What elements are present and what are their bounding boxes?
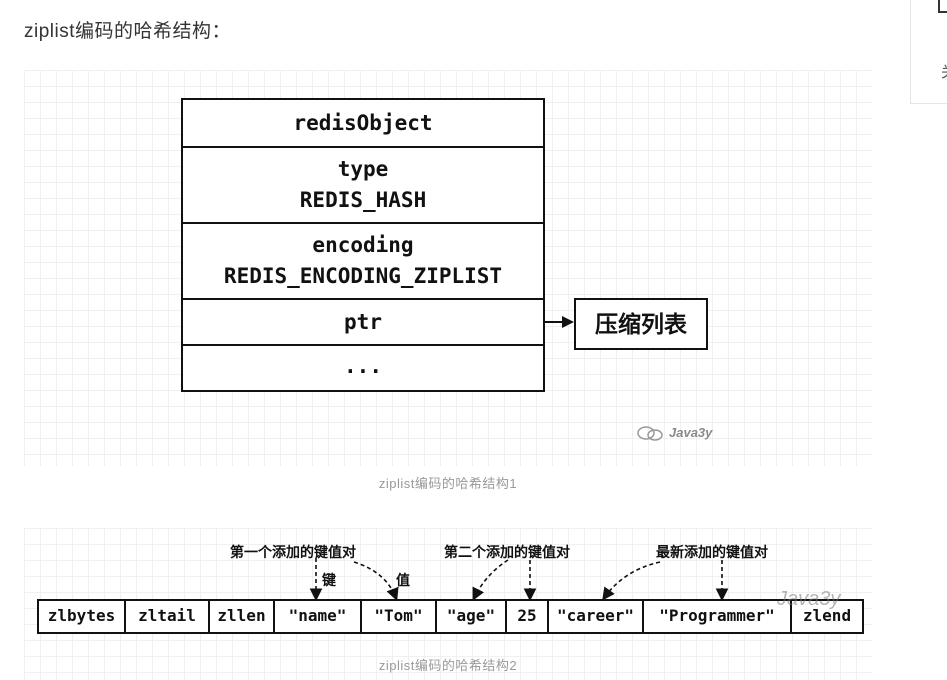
figure-caption-1: ziplist编码的哈希结构1	[378, 476, 518, 491]
watermark-text-2: Java3y	[777, 588, 841, 610]
sidebar-box-icon	[938, 0, 947, 13]
annotation-key: 键	[322, 572, 336, 588]
wechat-icon	[637, 426, 663, 441]
intro-text: ziplist编码的哈希结构：	[24, 21, 232, 42]
annotation-first-pair: 第一个添加的键值对	[230, 544, 356, 560]
annotation-second-pair: 第二个添加的键值对	[444, 544, 570, 560]
figure-redis-object: redisObject type REDIS_HASH encoding RED…	[24, 70, 872, 491]
ziplist-target-box: 压缩列表	[574, 298, 708, 350]
annotation-value: 值	[396, 572, 410, 588]
sidebar-fragment-text: 关	[941, 61, 947, 82]
ptr-arrow	[543, 316, 574, 328]
watermark-text: Java3y	[669, 425, 713, 440]
figure-caption-2: ziplist编码的哈希结构2	[378, 658, 518, 673]
figure-ziplist-layout: zlbytes zltail zllen "name" "Tom" "age" …	[24, 528, 872, 680]
sidebar-card: 关	[910, 0, 947, 104]
annotation-latest-pair: 最新添加的键值对	[656, 544, 768, 560]
